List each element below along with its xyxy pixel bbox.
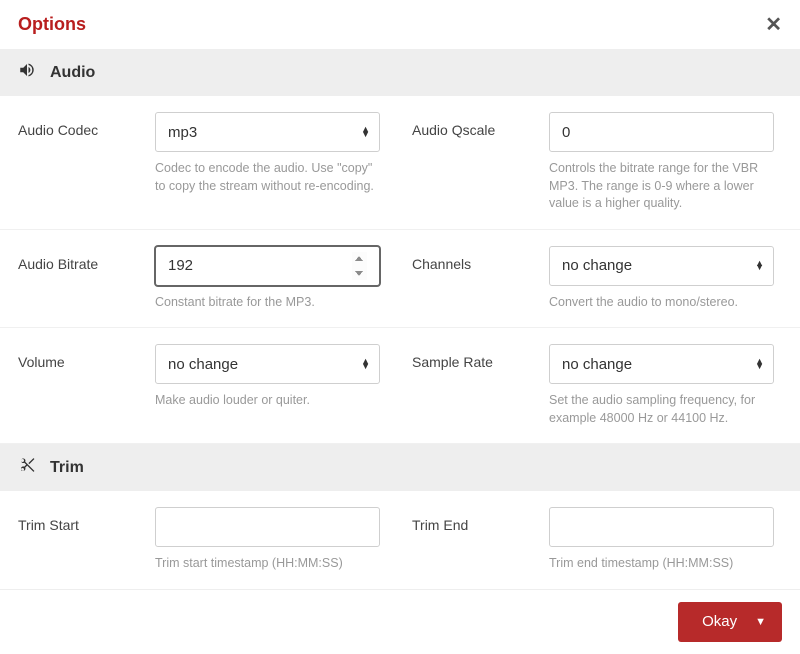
help-trim-end: Trim end timestamp (HH:MM:SS) (549, 555, 774, 573)
label-channels: Channels (412, 246, 537, 272)
label-trim-start: Trim Start (18, 507, 143, 533)
help-sample-rate: Set the audio sampling frequency, for ex… (549, 392, 774, 427)
help-volume: Make audio louder or quiter. (155, 392, 380, 410)
label-audio-bitrate: Audio Bitrate (18, 246, 143, 272)
label-sample-rate: Sample Rate (412, 344, 537, 370)
okay-button[interactable]: Okay ▼ (678, 602, 782, 642)
sample-rate-select[interactable]: no change (549, 344, 774, 384)
help-audio-codec: Codec to encode the audio. Use "copy" to… (155, 160, 380, 195)
trim-start-input[interactable] (155, 507, 380, 547)
help-audio-qscale: Controls the bitrate range for the VBR M… (549, 160, 774, 213)
section-header-audio: Audio (0, 49, 800, 96)
label-audio-qscale: Audio Qscale (412, 112, 537, 138)
help-channels: Convert the audio to mono/stereo. (549, 294, 774, 312)
label-volume: Volume (18, 344, 143, 370)
label-audio-codec: Audio Codec (18, 112, 143, 138)
label-trim-end: Trim End (412, 507, 537, 533)
section-header-trim: Trim (0, 444, 800, 491)
chevron-down-icon: ▼ (755, 616, 766, 628)
section-title-trim: Trim (50, 459, 84, 477)
dialog-title: Options (18, 14, 86, 35)
help-audio-bitrate: Constant bitrate for the MP3. (155, 294, 380, 312)
section-title-audio: Audio (50, 64, 95, 82)
dialog-header: Options ✕ (0, 0, 800, 49)
okay-button-label: Okay (702, 613, 737, 630)
help-trim-start: Trim start timestamp (HH:MM:SS) (155, 555, 380, 573)
trim-end-input[interactable] (549, 507, 774, 547)
audio-qscale-input[interactable] (549, 112, 774, 152)
scissors-icon (18, 456, 36, 479)
audio-bitrate-input[interactable] (155, 246, 380, 286)
options-dialog: Options ✕ Audio Audio Codec mp3 ▲▼ Codec… (0, 0, 800, 646)
channels-select[interactable]: no change (549, 246, 774, 286)
dialog-footer: Okay ▼ (0, 589, 800, 654)
volume-select[interactable]: no change (155, 344, 380, 384)
close-icon[interactable]: ✕ (765, 15, 782, 35)
audio-codec-select[interactable]: mp3 (155, 112, 380, 152)
volume-icon (18, 61, 36, 84)
